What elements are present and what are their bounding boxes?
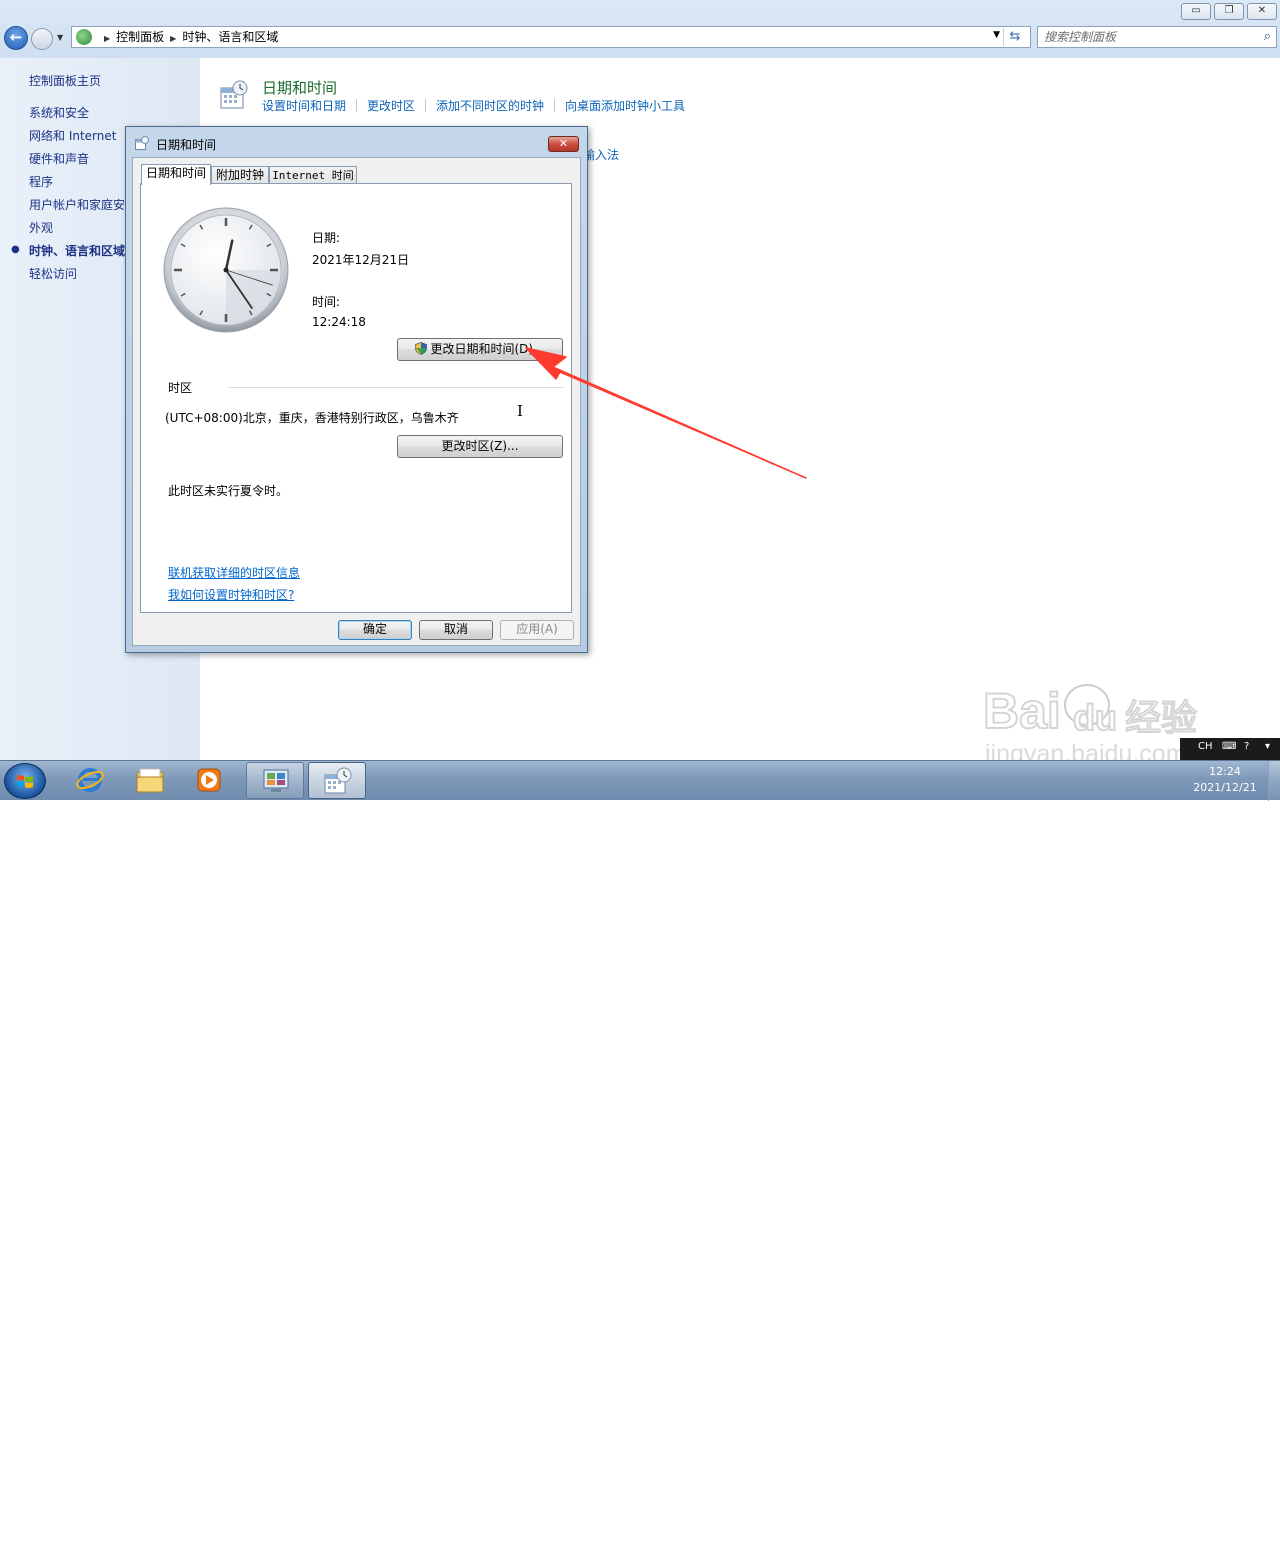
apply-button[interactable]: 应用(A) bbox=[500, 620, 574, 640]
dialog-close-button[interactable]: ✕ bbox=[548, 136, 579, 152]
help-icon[interactable]: ? bbox=[1244, 741, 1249, 752]
forward-button[interactable] bbox=[31, 28, 53, 50]
address-dropdown-icon[interactable]: ▼ bbox=[993, 30, 1000, 40]
link-set-time-date[interactable]: 设置时间和日期 bbox=[262, 99, 346, 113]
refresh-icon[interactable]: ⇆ bbox=[1003, 28, 1026, 46]
windows-logo-icon bbox=[17, 775, 33, 788]
nav-item-hardware-sound[interactable]: 硬件和声音 bbox=[29, 150, 89, 167]
taskbar-media-player[interactable] bbox=[181, 762, 239, 799]
uac-shield-icon bbox=[415, 342, 428, 355]
start-button[interactable] bbox=[4, 763, 46, 799]
calendar-icon bbox=[135, 136, 149, 150]
breadcrumb-control-panel[interactable]: 控制面板 bbox=[116, 30, 164, 44]
link-divider bbox=[554, 99, 556, 112]
chevron-right-icon[interactable]: ▶ bbox=[170, 34, 176, 43]
show-desktop-button[interactable] bbox=[1268, 761, 1280, 801]
taskbar-internet-explorer[interactable] bbox=[61, 762, 119, 799]
change-timezone-button[interactable]: 更改时区(Z)... bbox=[397, 435, 563, 458]
analog-clock-icon bbox=[163, 207, 289, 333]
taskbar-control-panel[interactable] bbox=[246, 762, 304, 799]
tray-time: 12:24 bbox=[1209, 765, 1241, 778]
change-date-time-label: 更改日期和时间(D)... bbox=[430, 342, 545, 356]
internet-explorer-icon bbox=[76, 768, 104, 792]
network-icon[interactable]: ▣ bbox=[1143, 1532, 1155, 1547]
dialog-title: 日期和时间 bbox=[156, 138, 217, 152]
calendar-clock-icon bbox=[324, 767, 352, 794]
search-input[interactable] bbox=[1044, 29, 1244, 45]
window-chrome: ▭ ❐ ✕ ← ▼ ▶ 控制面板 ▶ 时钟、语言和区域 ▼ ⇆ ⌕ bbox=[0, 0, 1280, 58]
media-player-icon bbox=[197, 768, 221, 792]
timezone-heading: 时区 bbox=[168, 381, 193, 395]
link-add-desktop-gadget[interactable]: 向桌面添加时钟小工具 bbox=[565, 99, 685, 113]
search-icon[interactable]: ⌕ bbox=[1264, 29, 1271, 44]
keyboard-icon[interactable]: ⌨ bbox=[1222, 741, 1236, 752]
chevron-right-icon[interactable]: ▶ bbox=[104, 34, 110, 43]
minimize-button[interactable]: ▭ bbox=[1181, 3, 1211, 20]
close-window-button[interactable]: ✕ bbox=[1247, 3, 1277, 20]
time-value: 12:24:18 bbox=[312, 315, 366, 329]
breadcrumb-clock-language-region[interactable]: 时钟、语言和区域 bbox=[182, 30, 278, 44]
change-date-time-button[interactable]: 更改日期和时间(D)... bbox=[397, 338, 563, 361]
taskbar: ▲ ⚑ ▣ 🔈︎ bbox=[0, 760, 1280, 1547]
nav-item-system-security[interactable]: 系统和安全 bbox=[29, 104, 89, 121]
nav-control-panel-home[interactable]: 控制面板主页 bbox=[29, 72, 101, 89]
nav-item-network-internet[interactable]: 网络和 Internet bbox=[29, 127, 116, 144]
tray-date: 2021/12/21 bbox=[1193, 781, 1257, 794]
cancel-button[interactable]: 取消 bbox=[419, 620, 493, 640]
date-value: 2021年12月21日 bbox=[312, 253, 410, 267]
nav-item-user-accounts[interactable]: 用户帐户和家庭安 bbox=[29, 196, 125, 213]
nav-item-appearance[interactable]: 外观 bbox=[29, 219, 53, 236]
folder-icon bbox=[136, 768, 164, 793]
arrow-left-icon: ← bbox=[9, 28, 23, 46]
recent-pages-dropdown[interactable]: ▼ bbox=[57, 33, 63, 42]
dialog-body: 日期和时间 附加时钟 Internet 时间 日期: 2021年12月21日 时… bbox=[132, 157, 581, 646]
nav-item-programs[interactable]: 程序 bbox=[29, 173, 53, 190]
tab-internet-time[interactable]: Internet 时间 bbox=[269, 166, 357, 184]
svg-text:Bai: Bai bbox=[983, 683, 1061, 739]
volume-icon[interactable]: 🔈︎ bbox=[1166, 1531, 1174, 1547]
tab-additional-clocks[interactable]: 附加时钟 bbox=[211, 166, 269, 184]
link-add-clocks[interactable]: 添加不同时区的时钟 bbox=[436, 99, 544, 113]
link-how-to-set-clock[interactable]: 我如何设置时钟和时区? bbox=[168, 586, 294, 603]
svg-text:du: du bbox=[1073, 697, 1117, 738]
show-hidden-icons-icon[interactable]: ▲ bbox=[1097, 1534, 1105, 1545]
maximize-button[interactable]: ❐ bbox=[1214, 3, 1244, 20]
timezone-value: (UTC+08:00)北京，重庆，香港特别行政区，乌鲁木齐 bbox=[165, 411, 459, 425]
control-panel-icon bbox=[263, 769, 289, 792]
section-links: 设置时间和日期 更改时区 添加不同时区的时钟 向桌面添加时钟小工具 bbox=[262, 97, 685, 114]
date-label: 日期: bbox=[312, 231, 341, 245]
taskbar-windows-explorer[interactable] bbox=[121, 762, 179, 799]
language-indicator[interactable]: CH bbox=[1198, 741, 1213, 752]
address-bar[interactable]: ▶ 控制面板 ▶ 时钟、语言和区域 ▼ ⇆ bbox=[71, 26, 1031, 48]
taskbar-date-time[interactable] bbox=[308, 762, 366, 799]
link-divider bbox=[425, 99, 427, 112]
link-divider bbox=[356, 99, 358, 112]
divider bbox=[229, 387, 563, 388]
nav-item-ease-of-access[interactable]: 轻松访问 bbox=[29, 265, 77, 282]
tab-date-time[interactable]: 日期和时间 bbox=[141, 164, 211, 185]
svg-text:经验: 经验 bbox=[1125, 698, 1197, 739]
action-center-flag-icon[interactable]: ⚑ bbox=[1118, 1532, 1130, 1547]
link-timezone-info[interactable]: 联机获取详细的时区信息 bbox=[168, 564, 300, 581]
link-input-method-partial[interactable]: 输入法 bbox=[583, 146, 619, 163]
text-cursor-icon: I bbox=[517, 402, 523, 420]
language-bar: CH ⌨ ? ▾ bbox=[1180, 738, 1280, 760]
link-change-timezone[interactable]: 更改时区 bbox=[367, 99, 415, 113]
calendar-clock-icon bbox=[220, 80, 248, 109]
time-label: 时间: bbox=[312, 295, 341, 309]
options-icon[interactable]: ▾ bbox=[1265, 741, 1270, 752]
ok-button[interactable]: 确定 bbox=[338, 620, 412, 640]
breadcrumb: ▶ 控制面板 ▶ 时钟、语言和区域 bbox=[98, 29, 278, 47]
dst-note: 此时区未实行夏令时。 bbox=[168, 484, 289, 498]
back-button[interactable]: ← bbox=[4, 26, 28, 50]
close-icon: ✕ bbox=[558, 137, 569, 150]
control-panel-icon bbox=[76, 29, 92, 45]
search-box[interactable]: ⌕ bbox=[1037, 26, 1277, 48]
tray-clock[interactable]: 12:24 2021/12/21 bbox=[1185, 764, 1265, 796]
nav-item-clock-language-region[interactable]: 时钟、语言和区域 bbox=[29, 242, 125, 259]
current-item-bullet-icon: ● bbox=[11, 244, 20, 255]
section-title[interactable]: 日期和时间 bbox=[262, 77, 337, 98]
date-time-dialog: 日期和时间 ✕ 日期和时间 附加时钟 Internet 时间 日期: 2021年… bbox=[125, 126, 588, 653]
tab-panel-date-time: 日期: 2021年12月21日 时间: 12:24:18 更改日期和时间(D).… bbox=[140, 183, 572, 613]
